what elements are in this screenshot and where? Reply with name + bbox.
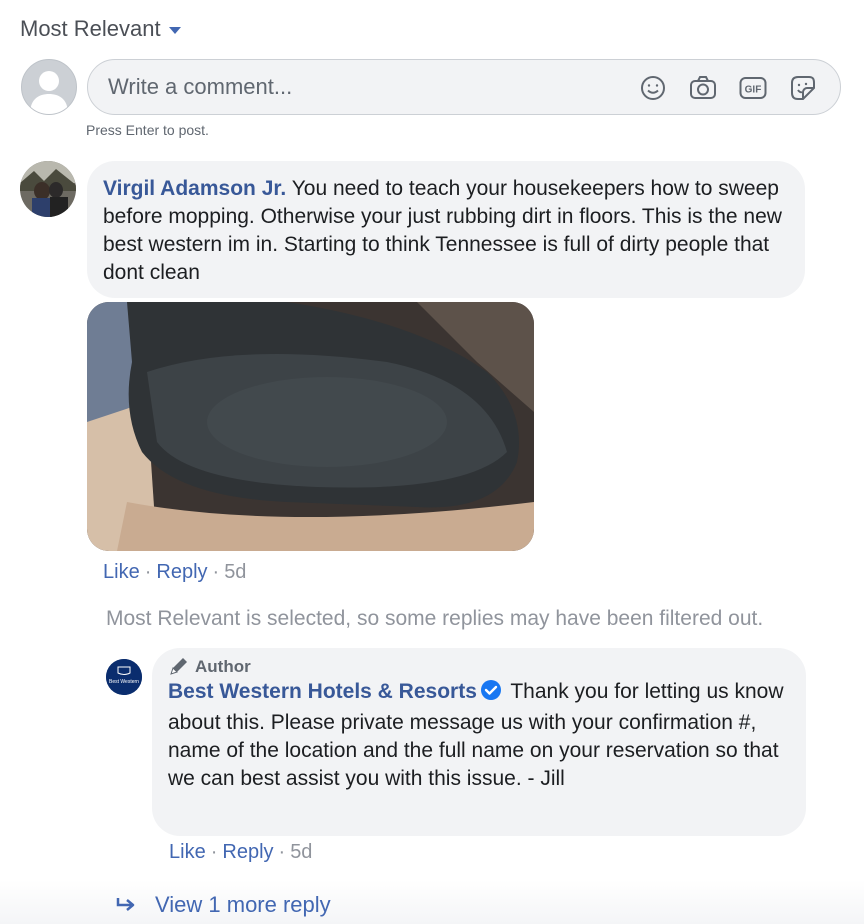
reply-bubble: Author Best Western Hotels & Resorts Tha… [152,648,806,836]
separator: · [278,841,286,863]
like-button[interactable]: Like [169,841,206,864]
comment-composer: GIF [87,59,841,115]
sort-dropdown[interactable]: Most Relevant [20,16,181,42]
reply-actions: Like · Reply · 5d [169,841,312,864]
comment-input[interactable] [108,60,608,114]
sort-label: Most Relevant [20,16,161,41]
separator: · [210,841,218,863]
author-badge: Author [168,656,790,678]
reply-arrow-icon [116,898,135,911]
commenter-avatar[interactable] [20,161,76,217]
comment-photo[interactable] [87,302,534,551]
filter-notice: Most Relevant is selected, so some repli… [106,607,764,630]
reply-button[interactable]: Reply [222,841,273,864]
composer-icons: GIF [638,73,818,103]
view-more-replies[interactable]: View 1 more reply [115,892,331,918]
current-user-avatar [21,59,77,115]
pencil-icon [170,658,187,675]
commenter-name[interactable]: Virgil Adamson Jr. [103,177,286,200]
page-avatar[interactable]: Best Western [106,659,142,695]
comment-actions: Like · Reply · 5d [103,561,246,584]
reply-button[interactable]: Reply [156,561,207,584]
separator: · [212,561,220,583]
gif-icon[interactable]: GIF [738,73,768,103]
like-button[interactable]: Like [103,561,140,584]
camera-icon[interactable] [688,73,718,103]
reply-age[interactable]: 5d [290,841,312,864]
page-name[interactable]: Best Western Hotels & Resorts [168,680,477,703]
press-enter-hint: Press Enter to post. [86,122,209,138]
comment-bubble: Virgil Adamson Jr. You need to teach you… [87,161,805,298]
verified-badge-icon [480,679,502,709]
sticker-icon[interactable] [788,73,818,103]
smiley-icon[interactable] [638,73,668,103]
comment-age[interactable]: 5d [224,561,246,584]
page-avatar-text: Best Western [109,679,139,685]
caret-down-icon [168,26,181,34]
author-badge-label: Author [195,657,251,676]
separator: · [144,561,152,583]
gif-icon-text: GIF [745,85,762,96]
view-more-label: View 1 more reply [155,892,331,917]
